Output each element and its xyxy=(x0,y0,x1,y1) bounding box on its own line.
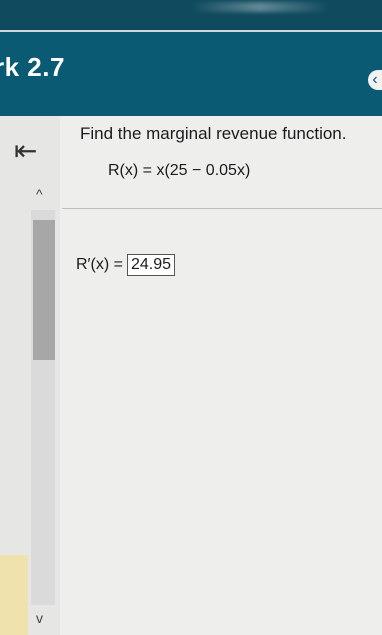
highlight-panel xyxy=(0,555,28,635)
answer-input[interactable]: 24.95 xyxy=(127,254,176,276)
back-to-start-icon[interactable]: ⇤ xyxy=(14,134,37,167)
answer-label: R′(x) = xyxy=(76,256,123,273)
chevron-left-icon[interactable]: ‹ xyxy=(368,70,382,90)
question-panel xyxy=(60,116,382,635)
top-strip xyxy=(0,0,382,32)
question-prompt: Find the marginal revenue function. xyxy=(80,124,347,143)
divider xyxy=(62,208,382,209)
scrollbar-thumb[interactable] xyxy=(33,220,55,360)
assignment-header: rk 2.7 ‹ xyxy=(0,32,382,116)
chevron-up-icon[interactable]: ^ xyxy=(36,186,43,202)
chevron-down-icon[interactable]: v xyxy=(36,610,43,626)
blurred-header-text xyxy=(190,2,330,12)
answer-row: R′(x) = 24.95 xyxy=(76,254,176,276)
given-equation: R(x) = x(25 − 0.05x) xyxy=(108,162,251,179)
assignment-title: rk 2.7 xyxy=(0,52,65,82)
